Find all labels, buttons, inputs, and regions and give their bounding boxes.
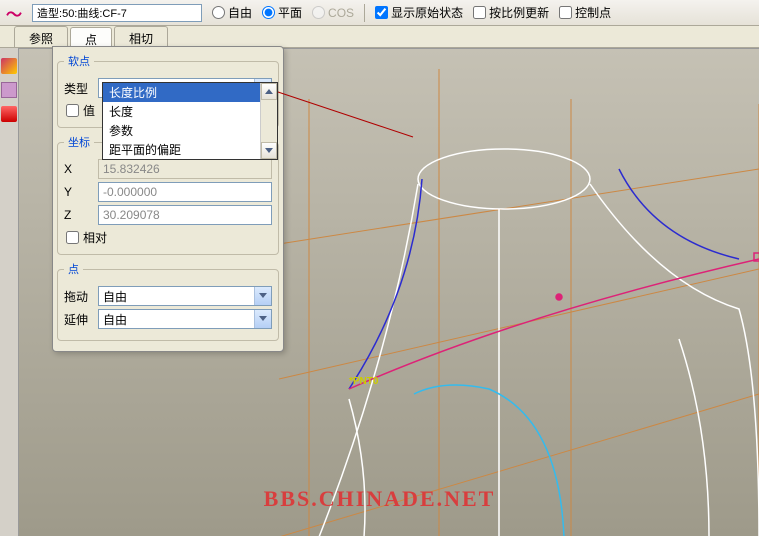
tool-icon-1[interactable]: [1, 58, 17, 74]
point-label: *PNT0: [349, 376, 378, 387]
check-control-points[interactable]: 控制点: [559, 4, 611, 21]
display-check-group: 显示原始状态 按比例更新 控制点: [375, 4, 611, 21]
radio-free[interactable]: 自由: [212, 4, 252, 21]
type-dropdown-list[interactable]: 长度比例 长度 参数 距平面的偏距: [102, 82, 278, 160]
x-input[interactable]: [98, 159, 272, 179]
z-input[interactable]: [98, 205, 272, 225]
tab-point[interactable]: 点: [70, 27, 112, 48]
chevron-down-icon: [254, 310, 271, 328]
extend-combo[interactable]: 自由: [98, 309, 272, 329]
model-selector-input[interactable]: [32, 4, 202, 22]
radio-plane[interactable]: 平面: [262, 4, 302, 21]
tool-icon-3[interactable]: [1, 106, 17, 122]
curve-icon: ～: [6, 1, 22, 25]
dropdown-option[interactable]: 长度比例: [103, 83, 277, 102]
scroll-up-icon[interactable]: [261, 83, 277, 100]
drag-combo[interactable]: 自由: [98, 286, 272, 306]
drag-label: 拖动: [64, 288, 92, 305]
dropdown-scrollbar[interactable]: [260, 83, 277, 159]
dropdown-option[interactable]: 长度: [103, 102, 277, 121]
relative-label: 相对: [83, 229, 107, 246]
y-input[interactable]: [98, 182, 272, 202]
relative-checkbox[interactable]: [66, 231, 79, 244]
watermark-text: BBS.CHINADE.NET: [264, 486, 496, 512]
radio-cos[interactable]: COS: [312, 6, 354, 20]
top-toolbar: ～ 自由 平面 COS 显示原始状态 按比例更新 控制点: [0, 0, 759, 26]
annotation-arrow: [258, 82, 418, 142]
check-show-original[interactable]: 显示原始状态: [375, 4, 463, 21]
tool-icon-2[interactable]: [1, 82, 17, 98]
group-point: 点 拖动 自由 延伸 自由: [57, 261, 279, 341]
value-checkbox[interactable]: [66, 104, 79, 117]
dropdown-option[interactable]: 参数: [103, 121, 277, 140]
value-label: 值: [83, 102, 95, 119]
constraint-radio-group: 自由 平面 COS: [212, 4, 354, 21]
tab-reference[interactable]: 参照: [14, 26, 68, 47]
scroll-down-icon[interactable]: [261, 142, 277, 159]
type-label: 类型: [64, 80, 92, 97]
tab-tangent[interactable]: 相切: [114, 26, 168, 47]
extend-label: 延伸: [64, 311, 92, 328]
left-icon-bar: [0, 48, 18, 122]
chevron-down-icon: [254, 287, 271, 305]
check-scale-update[interactable]: 按比例更新: [473, 4, 549, 21]
panel-tabs: 参照 点 相切: [0, 26, 759, 48]
dropdown-option[interactable]: 距平面的偏距: [103, 140, 277, 159]
